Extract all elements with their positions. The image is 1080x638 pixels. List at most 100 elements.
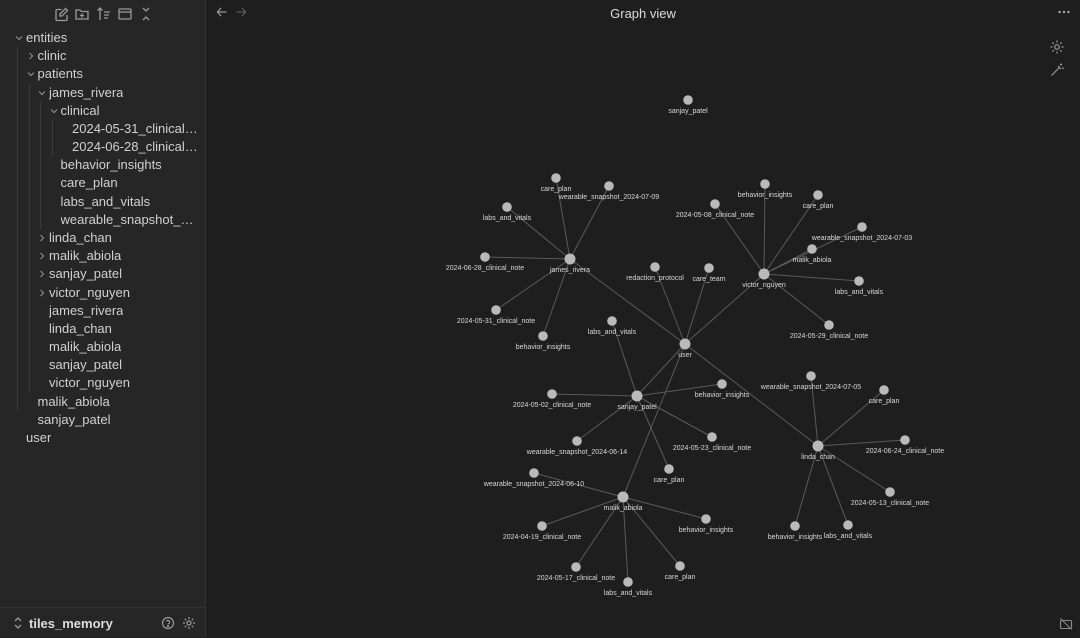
graph-node-dot[interactable] <box>879 385 889 395</box>
camera-off-icon[interactable] <box>1059 617 1073 631</box>
tree-folder[interactable]: victor_nguyen <box>0 284 205 302</box>
graph-node-dot[interactable] <box>683 95 693 105</box>
tree-folder[interactable]: james_rivera <box>0 84 205 102</box>
animate-wand-icon[interactable] <box>1049 62 1065 78</box>
collapse-panel-icon[interactable] <box>117 6 133 22</box>
graph-node-dot[interactable] <box>604 181 614 191</box>
graph-node-dot[interactable] <box>701 514 711 524</box>
graph-node-dot[interactable] <box>572 436 582 446</box>
graph-node[interactable]: wearable_snapshot_2024-07-09 <box>558 181 660 201</box>
graph-node-dot[interactable] <box>538 331 548 341</box>
tree-file[interactable]: malik_abiola <box>0 393 205 411</box>
graph-node[interactable]: 2024-05-17_clinical_note <box>537 562 615 582</box>
graph-node[interactable]: victor_nguyen <box>742 268 786 290</box>
graph-node-dot[interactable] <box>480 252 490 262</box>
graph-node-dot[interactable] <box>900 435 910 445</box>
tree-folder[interactable]: patients <box>0 65 205 83</box>
graph-node[interactable]: labs_and_vitals <box>588 316 637 336</box>
graph-node[interactable]: wearable_snapshot_2024-06-14 <box>526 436 628 456</box>
graph-node-dot[interactable] <box>564 253 576 265</box>
graph-node[interactable]: 2024-05-29_clinical_note <box>790 320 868 340</box>
graph-node-dot[interactable] <box>885 487 895 497</box>
tree-folder[interactable]: sanjay_patel <box>0 265 205 283</box>
graph-node[interactable]: 2024-06-24_clinical_note <box>866 435 944 455</box>
graph-node-dot[interactable] <box>843 520 853 530</box>
new-folder-icon[interactable] <box>74 6 90 22</box>
graph-node[interactable]: labs_and_vitals <box>483 202 532 222</box>
help-icon[interactable] <box>161 616 175 630</box>
graph-node-dot[interactable] <box>758 268 770 280</box>
chevron-right-icon[interactable] <box>37 247 49 265</box>
graph-node-dot[interactable] <box>623 577 633 587</box>
graph-node[interactable]: care_plan <box>803 190 834 210</box>
tree-folder[interactable]: clinic <box>0 47 205 65</box>
graph-node[interactable]: linda_chan <box>801 440 835 462</box>
tree-folder[interactable]: entities <box>0 29 205 47</box>
tree-file[interactable]: sanjay_patel <box>0 411 205 429</box>
graph-node-dot[interactable] <box>707 432 717 442</box>
graph-node-dot[interactable] <box>824 320 834 330</box>
graph-node-dot[interactable] <box>710 199 720 209</box>
graph-node[interactable]: care_plan <box>869 385 900 405</box>
graph-node[interactable]: 2024-05-23_clinical_note <box>673 432 751 452</box>
tree-file[interactable]: 2024-05-31_clinical_note <box>0 120 205 138</box>
graph-node-dot[interactable] <box>854 276 864 286</box>
graph-node-dot[interactable] <box>650 262 660 272</box>
graph-canvas[interactable]: sanjay_pateluserredaction_protocol care_t… <box>206 0 1080 637</box>
tree-file[interactable]: james_rivera <box>0 302 205 320</box>
graph-node[interactable]: wearable_snapshot_2024-07-05 <box>760 371 862 391</box>
gear-icon[interactable] <box>182 616 196 630</box>
graph-node[interactable]: 2024-04-19_clinical_note <box>503 521 581 541</box>
tree-file[interactable]: malik_abiola <box>0 338 205 356</box>
graph-node-dot[interactable] <box>812 440 824 452</box>
graph-node-dot[interactable] <box>537 521 547 531</box>
graph-node-dot[interactable] <box>675 561 685 571</box>
graph-node-dot[interactable] <box>807 244 817 254</box>
graph-node-dot[interactable] <box>551 173 561 183</box>
more-options-icon[interactable] <box>1056 4 1072 20</box>
graph-node[interactable]: 2024-05-08_clinical_note <box>676 199 754 219</box>
tree-file[interactable]: care_plan <box>0 174 205 192</box>
tree-file[interactable]: victor_nguyen <box>0 374 205 392</box>
graph-node[interactable]: sanjay_patel <box>668 95 708 115</box>
graph-node-dot[interactable] <box>790 521 800 531</box>
graph-node[interactable]: care_team <box>692 263 726 283</box>
collapse-all-icon[interactable] <box>138 6 154 22</box>
graph-node[interactable]: redaction_protocol <box>626 262 684 282</box>
tree-folder[interactable]: malik_abiola <box>0 247 205 265</box>
vault-name[interactable]: tiles_memory <box>29 616 113 631</box>
graph-node-dot[interactable] <box>806 371 816 381</box>
chevron-down-icon[interactable] <box>26 65 38 83</box>
chevron-right-icon[interactable] <box>37 284 49 302</box>
chevron-right-icon[interactable] <box>26 47 38 65</box>
graph-node-dot[interactable] <box>571 562 581 572</box>
graph-node[interactable]: labs_and_vitals <box>824 520 873 540</box>
sort-icon[interactable] <box>96 6 112 22</box>
graph-node-dot[interactable] <box>502 202 512 212</box>
new-note-icon[interactable] <box>54 6 70 22</box>
graph-node-dot[interactable] <box>857 222 867 232</box>
tree-file[interactable]: user <box>0 429 205 447</box>
graph-node[interactable]: wearable_snapshot_2024-07-03 <box>811 222 913 242</box>
graph-node[interactable]: behavior_insights <box>679 514 734 534</box>
graph-node[interactable]: james_rivera <box>549 253 590 275</box>
graph-node-dot[interactable] <box>717 379 727 389</box>
tree-folder[interactable]: linda_chan <box>0 229 205 247</box>
graph-node-dot[interactable] <box>547 389 557 399</box>
graph-node[interactable]: behavior_insights <box>768 521 823 541</box>
tree-file[interactable]: wearable_snapshot_2024-07... <box>0 211 205 229</box>
graph-node-dot[interactable] <box>704 263 714 273</box>
tree-file[interactable]: linda_chan <box>0 320 205 338</box>
graph-node-dot[interactable] <box>664 464 674 474</box>
graph-node-dot[interactable] <box>529 468 539 478</box>
chevron-down-icon[interactable] <box>14 29 26 47</box>
chevron-right-icon[interactable] <box>37 229 49 247</box>
graph-node[interactable]: care_plan <box>541 173 572 193</box>
graph-node[interactable]: 2024-05-13_clinical_note <box>851 487 929 507</box>
graph-node[interactable]: wearable_snapshot_2024-06-10 <box>483 468 585 488</box>
graph-node-dot[interactable] <box>631 390 643 402</box>
graph-node-dot[interactable] <box>607 316 617 326</box>
graph-node[interactable]: care_plan <box>665 561 696 581</box>
graph-settings-icon[interactable] <box>1049 39 1065 55</box>
vault-switch-icon[interactable] <box>11 616 25 630</box>
